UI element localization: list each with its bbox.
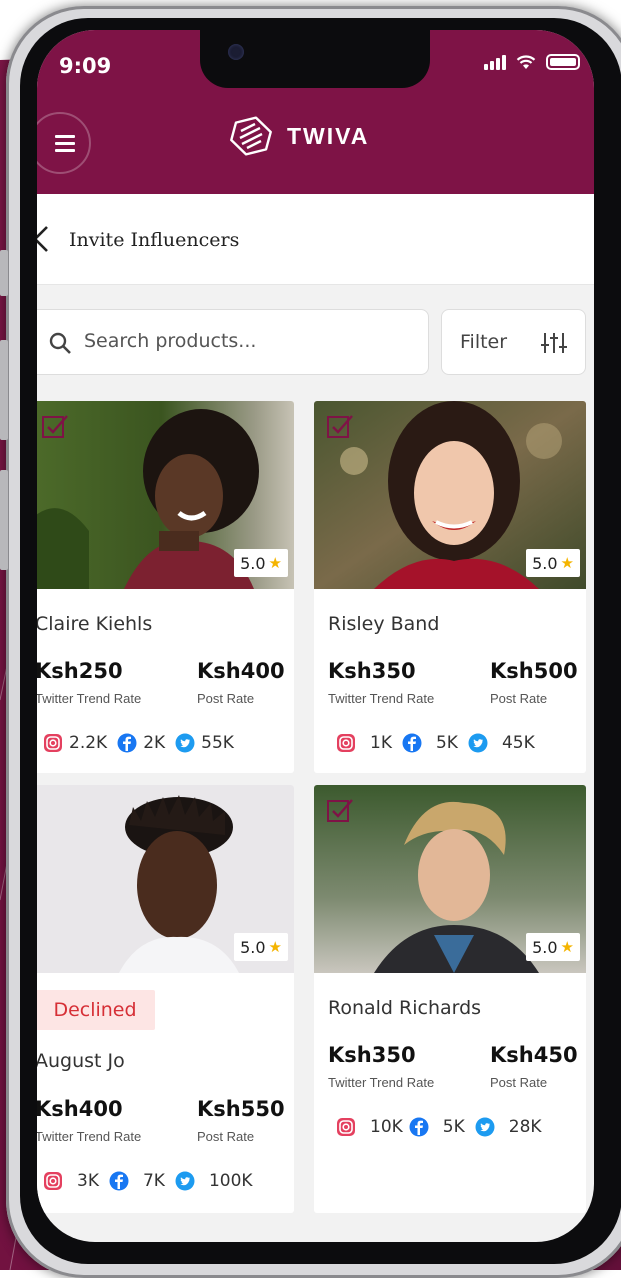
star-icon: ★ [560,554,574,572]
influencer-photo: 5.0 ★ [37,785,294,973]
twiva-logo [230,116,272,156]
hamburger-icon [55,134,75,152]
twitter-trend-rate-label: Twitter Trend Rate [37,1129,142,1144]
instagram-icon [337,1118,355,1136]
influencer-card[interactable]: 5.0 ★ Claire Kiehls Ksh250 Twitter Trend… [37,401,294,773]
checkbox-icon[interactable] [326,797,354,823]
search-placeholder: Search products... [84,330,257,352]
influencer-card[interactable]: 5.0 ★ Declined August Jo Ksh400 Twitter … [37,785,294,1213]
post-rate: Ksh550 [197,1097,285,1121]
twitter-count: 100K [208,1171,253,1191]
title-bar: Invite Influencers [37,194,594,285]
post-rate-label: Post Rate [490,691,548,706]
volume-down-button [0,470,8,570]
rating-value: 5.0 [240,937,266,957]
influencer-name: Risley Band [328,613,440,635]
twitter-count: 45K [501,733,535,753]
facebook-count: 7K [142,1171,165,1191]
social-stats: 1K 5K 45K [336,733,545,753]
twitter-trend-rate: Ksh250 [37,659,123,683]
phone-notch [200,30,430,88]
instagram-icon [44,1172,62,1190]
instagram-count: 1K [370,733,392,753]
star-icon: ★ [268,554,282,572]
back-button[interactable] [37,224,53,254]
social-stats: 2.2K 2K 55K [43,733,244,753]
filter-button[interactable]: Filter [441,309,586,375]
social-stats: 10K 5K 28K [336,1117,552,1137]
facebook-icon [117,733,137,753]
sliders-icon [541,333,567,353]
rating-value: 5.0 [532,553,558,573]
twitter-trend-rate-label: Twitter Trend Rate [328,1075,435,1090]
influencer-name: August Jo [37,1050,125,1072]
search-input[interactable]: Search products... [37,309,429,375]
rating-badge: 5.0 ★ [234,549,288,577]
rating-badge: 5.0 ★ [234,933,288,961]
search-icon [49,332,71,354]
menu-button[interactable] [37,112,91,174]
rating-badge: 5.0 ★ [526,933,580,961]
facebook-icon [109,1171,129,1191]
front-camera [228,44,244,60]
twitter-trend-rate-label: Twitter Trend Rate [328,691,435,706]
influencer-card[interactable]: 5.0 ★ Ronald Richards Ksh350 Twitter Tre… [314,785,586,1213]
star-icon: ★ [560,938,574,956]
brand-name: TWIVA [287,122,370,149]
post-rate: Ksh400 [197,659,285,683]
twitter-icon [175,1171,195,1191]
facebook-count: 2K [143,733,166,753]
influencer-card[interactable]: 5.0 ★ Risley Band Ksh350 Twitter Trend R… [314,401,586,773]
checkbox-icon[interactable] [326,413,354,439]
twitter-trend-rate: Ksh350 [328,1043,416,1067]
influencer-name: Claire Kiehls [37,613,153,635]
page-title: Invite Influencers [69,229,240,251]
social-stats: 3K 7K 100K [43,1171,263,1191]
twitter-trend-rate: Ksh400 [37,1097,123,1121]
rating-badge: 5.0 ★ [526,549,580,577]
rating-value: 5.0 [532,937,558,957]
rating-value: 5.0 [240,553,266,573]
influencer-photo: 5.0 ★ [314,401,586,589]
twitter-icon [475,1117,495,1137]
post-rate: Ksh450 [490,1043,578,1067]
twitter-icon [175,733,195,753]
facebook-icon [409,1117,429,1137]
instagram-count: 3K [77,1171,99,1191]
influencer-name: Ronald Richards [328,997,482,1019]
influencer-photo: 5.0 ★ [314,785,586,973]
facebook-count: 5K [435,733,458,753]
post-rate-label: Post Rate [490,1075,548,1090]
status-badge: Declined [37,990,155,1030]
status-icons [484,54,580,70]
instagram-count: 10K [370,1117,403,1137]
wifi-icon [516,55,536,69]
cellular-signal-icon [484,54,506,70]
volume-up-button [0,340,8,440]
twitter-icon [468,733,488,753]
twitter-trend-rate-label: Twitter Trend Rate [37,691,142,706]
twitter-trend-rate: Ksh350 [328,659,416,683]
influencer-photo: 5.0 ★ [37,401,294,589]
status-time: 9:09 [59,54,112,78]
facebook-count: 5K [442,1117,465,1137]
instagram-icon [44,734,62,752]
star-icon: ★ [268,938,282,956]
filter-label: Filter [460,331,508,353]
instagram-icon [337,734,355,752]
phone-screen: 9:09 TWIVA Invite Influencers Search pro… [37,30,594,1242]
battery-icon [546,54,580,70]
twitter-count: 28K [508,1117,542,1137]
checkbox-icon[interactable] [41,413,69,439]
brand: TWIVA [229,114,369,158]
post-rate-label: Post Rate [197,691,255,706]
twitter-count: 55K [201,733,234,753]
mute-switch [0,250,8,296]
instagram-count: 2.2K [69,733,108,753]
facebook-icon [402,733,422,753]
post-rate: Ksh500 [490,659,578,683]
post-rate-label: Post Rate [197,1129,255,1144]
